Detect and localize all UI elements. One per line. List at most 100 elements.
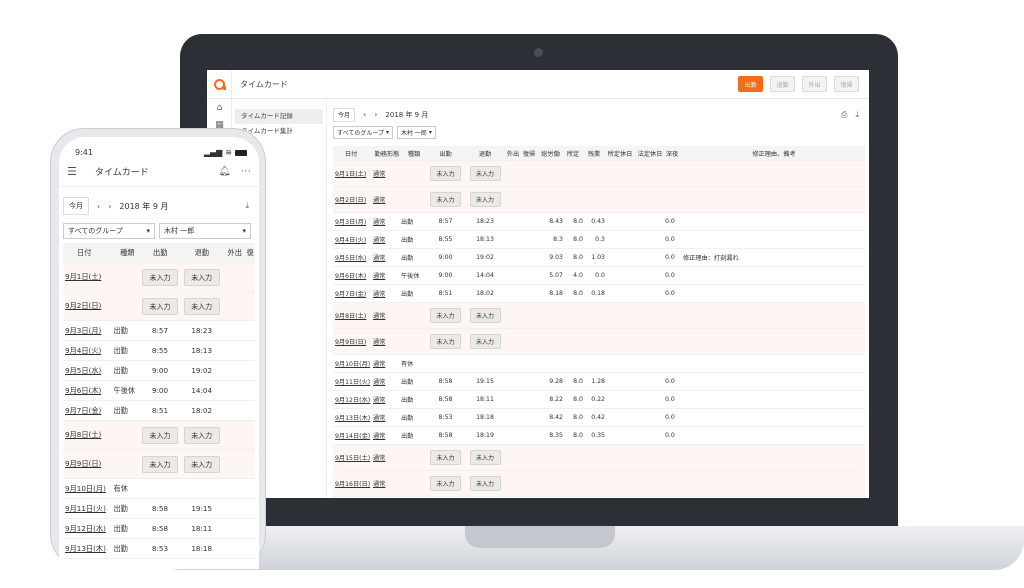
mobile-clock-out-missing-button[interactable]: 未入力 [183,297,220,315]
row-date-link[interactable]: 9月10日(月) [333,359,373,368]
mobile-row-date-link[interactable]: 9月6日(木) [63,386,113,396]
table-row[interactable]: 9月14日(金) 通常 出勤 8:58 18:19 8.35 8.0 0.35 0.0 [333,427,865,445]
table-row[interactable]: 9月10日(月) 通常 有休 [333,355,865,373]
return-button[interactable]: 復帰 [834,76,859,92]
row-date-link[interactable]: 9月7日(金) [333,289,373,298]
row-date-link[interactable]: 9月2日(日) [333,195,373,204]
row-date-link[interactable]: 9月14日(金) [333,431,373,440]
list-item[interactable]: 9月9日(日) 未入力 未入力 [63,450,255,479]
list-item[interactable]: 9月6日(木) 午後休 9:00 14:04 [63,381,255,401]
row-type-link[interactable]: 通常 [373,395,401,404]
row-date-link[interactable]: 9月11日(火) [333,377,373,386]
row-date-link[interactable]: 9月12日(水) [333,395,373,404]
mobile-row-date-link[interactable]: 9月3日(月) [63,326,113,336]
row-date-link[interactable]: 9月9日(日) [333,337,373,346]
row-date-link[interactable]: 9月13日(木) [333,413,373,422]
clock-in-missing-button[interactable]: 未入力 [430,166,461,181]
mobile-clock-out-missing-button[interactable]: 未入力 [183,426,220,444]
table-row[interactable]: 9月9日(日) 通常 未入力 未入力 [333,329,865,355]
row-type-link[interactable]: 通常 [373,359,401,368]
table-row[interactable]: 9月16日(日) 通常 未入力 未入力 [333,471,865,497]
table-row[interactable]: 9月12日(水) 通常 出勤 8:58 18:11 8.22 8.0 0.22 0.0 [333,391,865,409]
row-type-link[interactable]: 通常 [373,289,401,298]
list-item[interactable]: 9月8日(土) 未入力 未入力 [63,421,255,450]
person-select[interactable]: 木村 一郎 ▾ [397,126,436,139]
table-row[interactable]: 9月15日(土) 通常 未入力 未入力 [333,445,865,471]
row-date-link[interactable]: 9月16日(日) [333,479,373,488]
mobile-group-select[interactable]: すべてのグループ ▾ [63,223,155,239]
more-icon[interactable]: ⋯ [241,166,251,177]
list-item[interactable]: 9月13日(木) 出勤 8:53 18:18 [63,539,255,559]
table-row[interactable]: 9月13日(木) 通常 出勤 8:53 18:18 8.42 8.0 0.42 0.0 [333,409,865,427]
list-item[interactable]: 9月1日(土) 未入力 未入力 [63,263,255,292]
mobile-row-date-link[interactable]: 9月5日(水) [63,366,113,376]
clock-out-missing-button[interactable]: 未入力 [469,192,501,207]
mobile-clock-out-missing-button[interactable]: 未入力 [183,268,220,286]
mobile-row-date-link[interactable]: 9月9日(日) [63,459,113,469]
clock-out-missing-button[interactable]: 未入力 [469,308,501,323]
this-month-button[interactable]: 今月 [333,107,355,122]
mobile-this-month-button[interactable]: 今月 [63,197,89,215]
home-icon[interactable]: ⌂ [207,99,232,116]
mobile-person-select[interactable]: 木村 一郎 ▾ [159,223,251,239]
clock-out-missing-button[interactable]: 未入力 [469,334,501,349]
row-type-link[interactable]: 通常 [373,169,401,178]
mobile-row-date-link[interactable]: 9月4日(火) [63,346,113,356]
bell-icon[interactable]: 🔔︎ [218,166,231,177]
list-item[interactable]: 9月3日(月) 出勤 8:57 18:23 [63,321,255,341]
chevron-left-icon[interactable]: ‹ [363,110,366,119]
mobile-row-date-link[interactable]: 9月10日(月) [63,484,113,494]
row-type-link[interactable]: 通常 [373,431,401,440]
list-item[interactable]: 9月10日(月) 有休 [63,479,255,499]
row-date-link[interactable]: 9月6日(木) [333,271,373,280]
row-type-link[interactable]: 通常 [373,311,401,320]
list-item[interactable]: 9月4日(火) 出勤 8:55 18:13 [63,341,255,361]
table-row[interactable]: 9月3日(月) 通常 出勤 8:57 18:23 8.43 8.0 0.43 0.0 [333,213,865,231]
clock-out-missing-button[interactable]: 未入力 [469,450,501,465]
clock-out-button[interactable]: 退勤 [770,76,795,92]
clock-in-missing-button[interactable]: 未入力 [430,192,461,207]
go-out-button[interactable]: 外出 [802,76,827,92]
mobile-clock-in-missing-button[interactable]: 未入力 [142,297,178,315]
mobile-row-date-link[interactable]: 9月7日(金) [63,406,113,416]
row-type-link[interactable]: 通常 [373,217,401,226]
row-date-link[interactable]: 9月5日(水) [333,253,373,262]
app-logo[interactable] [207,70,232,98]
clock-out-missing-button[interactable]: 未入力 [469,166,501,181]
row-type-link[interactable]: 通常 [373,377,401,386]
table-row[interactable]: 9月2日(日) 通常 未入力 未入力 [333,187,865,213]
table-row[interactable]: 9月7日(金) 通常 出勤 8:51 18:02 8.18 8.0 0.18 0.0 [333,285,865,303]
print-icon[interactable]: ⎙ [841,110,847,120]
mobile-row-date-link[interactable]: 9月2日(日) [63,301,113,311]
mobile-row-date-link[interactable]: 9月1日(土) [63,272,113,282]
clock-in-missing-button[interactable]: 未入力 [430,476,461,491]
clock-out-missing-button[interactable]: 未入力 [469,476,501,491]
row-type-link[interactable]: 通常 [373,235,401,244]
chevron-right-icon[interactable]: › [108,202,111,211]
group-select[interactable]: すべてのグループ ▾ [333,126,393,139]
list-item[interactable]: 9月5日(水) 出勤 9:00 19:02 [63,361,255,381]
table-row[interactable]: 9月1日(土) 通常 未入力 未入力 [333,161,865,187]
list-item[interactable]: 9月2日(日) 未入力 未入力 [63,292,255,321]
row-date-link[interactable]: 9月4日(火) [333,235,373,244]
table-row[interactable]: 9月4日(火) 通常 出勤 8:55 18:13 8.3 8.0 0.3 0.0 [333,231,865,249]
row-type-link[interactable]: 通常 [373,337,401,346]
mobile-row-date-link[interactable]: 9月12日(水) [63,524,113,534]
mobile-row-date-link[interactable]: 9月13日(木) [63,544,113,554]
mobile-clock-out-missing-button[interactable]: 未入力 [183,455,220,473]
row-date-link[interactable]: 9月3日(月) [333,217,373,226]
mobile-clock-in-missing-button[interactable]: 未入力 [142,426,178,444]
clock-in-button[interactable]: 出勤 [738,76,763,92]
list-item[interactable]: 9月7日(金) 出勤 8:51 18:02 [63,401,255,421]
chevron-right-icon[interactable]: › [374,110,377,119]
row-date-link[interactable]: 9月1日(土) [333,169,373,178]
mobile-row-date-link[interactable]: 9月8日(土) [63,430,113,440]
mobile-clock-in-missing-button[interactable]: 未入力 [142,455,178,473]
clock-in-missing-button[interactable]: 未入力 [430,334,461,349]
row-type-link[interactable]: 通常 [373,413,401,422]
table-row[interactable]: 9月6日(木) 通常 午後休 9:00 14:04 5.07 4.0 0.0 0.0 [333,267,865,285]
clock-in-missing-button[interactable]: 未入力 [430,450,461,465]
clock-in-missing-button[interactable]: 未入力 [430,308,461,323]
table-row[interactable]: 9月8日(土) 通常 未入力 未入力 [333,303,865,329]
table-row[interactable]: 9月5日(水) 通常 出勤 9:00 19:02 9.03 8.0 1.03 0.0 修正理由：打… [333,249,865,267]
